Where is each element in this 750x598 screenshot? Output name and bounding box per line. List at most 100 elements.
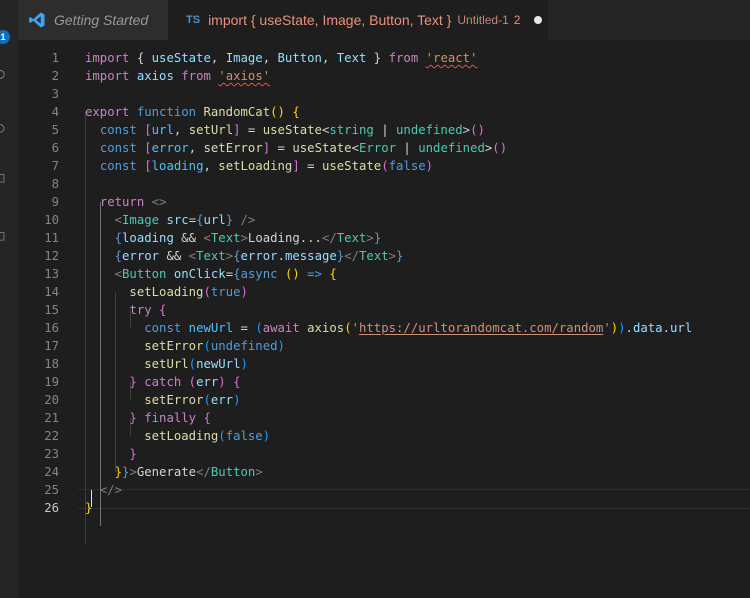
code-token: ( [203, 285, 211, 299]
code-token: ( [218, 429, 226, 443]
code-text: }}>Generate</Button> [85, 463, 263, 481]
code-token: Text [336, 51, 367, 65]
code-token: < [114, 213, 123, 227]
code-token: < [351, 141, 359, 155]
code-token: () [270, 105, 285, 119]
code-token: Button [210, 465, 256, 479]
code-token: < [188, 249, 197, 263]
code-token: ( [188, 357, 197, 371]
code-line[interactable]: 13 <Button onClick={async () => { [18, 265, 750, 283]
code-token: axios [307, 321, 345, 335]
code-line[interactable]: 24 }}>Generate</Button> [18, 463, 750, 481]
code-editor[interactable]: 1 import { useState, Image, Button, Text … [18, 40, 750, 598]
code-token: = [299, 159, 322, 173]
code-token: false [225, 429, 263, 443]
code-token: undefined [396, 123, 463, 137]
code-line[interactable]: 9 return <> [18, 193, 750, 211]
code-token: finally [144, 411, 197, 425]
code-token: const [144, 321, 182, 335]
code-token: from [181, 69, 211, 83]
code-token: } [373, 231, 382, 245]
code-token: ' [351, 321, 359, 335]
code-line[interactable]: 10 <Image src={url} /> [18, 211, 750, 229]
line-number: 6 [51, 141, 59, 155]
code-token: Loading... [247, 231, 322, 245]
code-token: </ [321, 231, 337, 245]
line-number: 25 [44, 483, 59, 497]
tab-getting-started[interactable]: Getting Started [18, 0, 168, 40]
code-line[interactable]: 26} [18, 499, 750, 517]
code-line[interactable]: 14 setLoading(true) [18, 283, 750, 301]
code-token: try [129, 303, 152, 317]
code-line[interactable]: 17 setError(undefined) [18, 337, 750, 355]
vscode-icon [29, 12, 45, 28]
code-line[interactable]: 25 </> [18, 481, 750, 499]
code-line[interactable]: 23 } [18, 445, 750, 463]
code-line[interactable]: 5 const [url, setUrl] = useState<string … [18, 121, 750, 139]
line-number: 16 [44, 321, 59, 335]
code-token: <> [151, 195, 167, 209]
line-number: 10 [44, 213, 59, 227]
tab-description: Untitled-1 [457, 13, 509, 27]
code-line[interactable]: 4 export function RandomCat() { [18, 103, 750, 121]
code-token: [ [144, 123, 152, 137]
code-line[interactable]: 12 {error && <Text>{error.message}</Text… [18, 247, 750, 265]
line-number: 14 [44, 285, 59, 299]
code-token: ( [344, 321, 352, 335]
code-token: < [203, 231, 211, 245]
code-line[interactable]: 21 } finally { [18, 409, 750, 427]
unsaved-dot-icon[interactable] [534, 16, 543, 24]
line-number: 17 [44, 339, 59, 353]
code-line[interactable]: 15 try { [18, 301, 750, 319]
code-token: Text [196, 249, 226, 263]
code-line[interactable]: 18 setUrl(newUrl) [18, 355, 750, 373]
code-line[interactable]: 8 [18, 175, 750, 193]
code-token: { [329, 267, 337, 281]
code-line[interactable]: 19 } catch (err) { [18, 373, 750, 391]
code-line[interactable]: 22 setLoading(false) [18, 427, 750, 445]
code-line[interactable]: 3 [18, 85, 750, 103]
code-token: export [85, 105, 130, 119]
code-line[interactable]: 16 const newUrl = (await axios('https://… [18, 319, 750, 337]
source-control-icon[interactable]: ○ [0, 120, 4, 136]
code-token: message [284, 249, 337, 263]
tab-untitled-1[interactable]: TS import { useState, Image, Button, Tex… [168, 0, 548, 40]
code-token: url [151, 123, 174, 137]
line-number: 20 [44, 393, 59, 407]
code-line[interactable]: 11 {loading && <Text>Loading...</Text>} [18, 229, 750, 247]
code-token: const [99, 141, 137, 155]
code-token: axios [136, 69, 174, 83]
code-token: ] [292, 159, 300, 173]
code-token: url [203, 213, 226, 227]
code-token: > [129, 465, 137, 479]
code-token: import [85, 69, 130, 83]
debug-icon[interactable]: □ [0, 170, 4, 186]
code-token: true [210, 285, 241, 299]
code-line[interactable]: 20 setError(err) [18, 391, 750, 409]
line-number: 12 [44, 249, 59, 263]
extensions-icon[interactable]: □ [0, 228, 4, 244]
line-number: 21 [44, 411, 59, 425]
code-token: () [470, 123, 485, 137]
search-icon[interactable]: ◯ [0, 66, 4, 82]
code-token: setError [144, 339, 204, 353]
code-text: setUrl(newUrl) [85, 355, 248, 373]
code-line[interactable]: 1 import { useState, Image, Button, Text … [18, 49, 750, 67]
code-token: loading [122, 231, 174, 245]
code-token: err [196, 375, 219, 389]
code-line[interactable]: 2 import axios from 'axios' [18, 67, 750, 85]
code-token: } [396, 249, 404, 263]
code-line[interactable]: 7 const [loading, setLoading] = useState… [18, 157, 750, 175]
code-token: url [669, 321, 693, 335]
code-token: src [166, 213, 189, 227]
code-token: { [159, 303, 167, 317]
line-number: 5 [51, 123, 59, 137]
code-line[interactable]: 6 const [error, setError] = useState<Err… [18, 139, 750, 157]
